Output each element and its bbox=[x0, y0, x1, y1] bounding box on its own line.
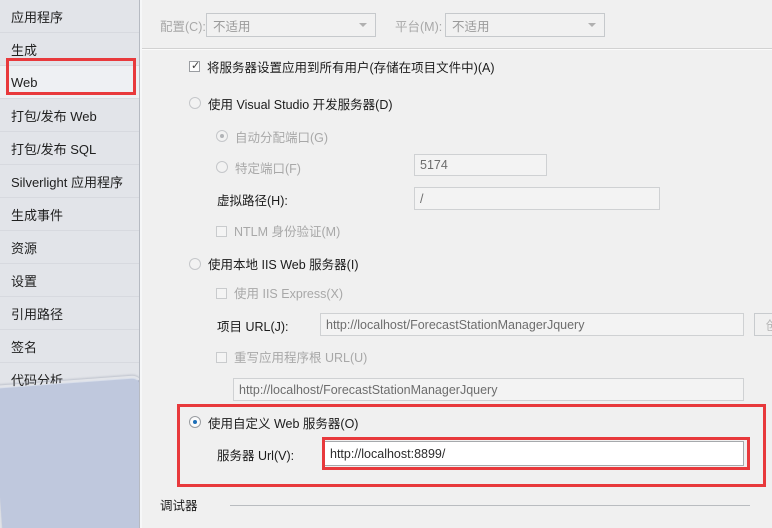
radio-dot-icon bbox=[220, 134, 224, 138]
create-button-label: 创 bbox=[766, 315, 772, 334]
auto-assign-port-label: 自动分配端口(G) bbox=[235, 131, 329, 145]
specific-port-radio[interactable] bbox=[216, 161, 228, 173]
use-local-iis-label: 使用本地 IIS Web 服务器(I) bbox=[208, 258, 359, 272]
sidebar-item-label: 资源 bbox=[11, 240, 38, 256]
create-virtual-directory-button[interactable]: 创 bbox=[754, 313, 772, 336]
virtual-path-input[interactable]: / bbox=[414, 187, 660, 210]
apply-all-users-label: 将服务器设置应用到所有用户(存储在项目文件中)(A) bbox=[207, 61, 495, 75]
radio-dot-icon bbox=[193, 420, 197, 424]
configuration-dropdown[interactable]: 不适用 bbox=[206, 13, 376, 37]
specific-port-label: 特定端口(F) bbox=[235, 162, 301, 176]
toolbar-divider bbox=[142, 48, 772, 50]
specific-port-input[interactable]: 5174 bbox=[414, 154, 547, 176]
apply-all-users-checkbox[interactable]: ✓ bbox=[189, 61, 200, 72]
sidebar-item-package-publish-sql[interactable]: 打包/发布 SQL bbox=[0, 132, 139, 165]
checkmark-icon: ✓ bbox=[191, 60, 201, 72]
platform-dropdown[interactable]: 不适用 bbox=[445, 13, 605, 37]
sidebar-item-label: 引用路径 bbox=[11, 306, 64, 322]
sidebar-item-settings[interactable]: 设置 bbox=[0, 264, 139, 297]
virtual-path-value: / bbox=[420, 191, 424, 206]
auto-assign-port-radio[interactable] bbox=[216, 130, 228, 142]
ntlm-authentication-checkbox[interactable] bbox=[216, 226, 227, 237]
override-app-root-url-label: 重写应用程序根 URL(U) bbox=[234, 351, 368, 365]
configuration-label: 配置(C): bbox=[160, 20, 206, 34]
specific-port-value: 5174 bbox=[420, 158, 448, 172]
sidebar-item-label: 设置 bbox=[11, 273, 38, 289]
sidebar-item-package-publish-web[interactable]: 打包/发布 Web bbox=[0, 99, 139, 132]
override-app-root-url-checkbox[interactable] bbox=[216, 352, 227, 363]
debugger-section-title: 调试器 bbox=[160, 499, 198, 513]
properties-category-sidebar: 应用程序 生成 Web 打包/发布 Web 打包/发布 SQL Silverli… bbox=[0, 0, 139, 528]
project-url-label: 项目 URL(J): bbox=[217, 320, 289, 334]
project-url-input[interactable]: http://localhost/ForecastStationManagerJ… bbox=[320, 313, 744, 336]
use-local-iis-radio[interactable] bbox=[189, 258, 201, 270]
override-app-root-url-value: http://localhost/ForecastStationManagerJ… bbox=[239, 382, 498, 397]
sidebar-item-label: 打包/发布 Web bbox=[11, 108, 97, 124]
sidebar-item-label: 生成 bbox=[11, 42, 38, 58]
server-url-label: 服务器 Url(V): bbox=[217, 449, 295, 463]
virtual-path-label: 虚拟路径(H): bbox=[217, 194, 288, 208]
platform-label: 平台(M): bbox=[395, 20, 443, 34]
sidebar-item-label: 打包/发布 SQL bbox=[11, 141, 97, 157]
sidebar-item-label: 生成事件 bbox=[11, 207, 64, 223]
use-custom-web-server-label: 使用自定义 Web 服务器(O) bbox=[208, 417, 359, 431]
override-app-root-url-input[interactable]: http://localhost/ForecastStationManagerJ… bbox=[233, 378, 744, 401]
active-tab-page-edge bbox=[0, 377, 139, 528]
sidebar-item-label: 应用程序 bbox=[11, 9, 64, 25]
sidebar-item-resources[interactable]: 资源 bbox=[0, 231, 139, 264]
use-iis-express-checkbox[interactable] bbox=[216, 288, 227, 299]
use-iis-express-label: 使用 IIS Express(X) bbox=[234, 287, 344, 301]
platform-value: 不适用 bbox=[452, 19, 490, 34]
sidebar-item-silverlight-app[interactable]: Silverlight 应用程序 bbox=[0, 165, 139, 198]
sidebar-item-label: 签名 bbox=[11, 339, 38, 355]
use-vs-dev-server-radio[interactable] bbox=[189, 97, 201, 109]
sidebar-item-build[interactable]: 生成 bbox=[0, 33, 139, 66]
project-properties-window: 应用程序 生成 Web 打包/发布 Web 打包/发布 SQL Silverli… bbox=[0, 0, 772, 528]
chevron-down-icon bbox=[359, 23, 367, 27]
use-custom-web-server-radio[interactable] bbox=[189, 416, 201, 428]
debugger-section-rule bbox=[230, 505, 750, 506]
sidebar-item-application[interactable]: 应用程序 bbox=[0, 0, 139, 33]
server-url-value: http://localhost:8899/ bbox=[330, 446, 446, 461]
sidebar-item-build-events[interactable]: 生成事件 bbox=[0, 198, 139, 231]
project-url-value: http://localhost/ForecastStationManagerJ… bbox=[326, 317, 585, 332]
sidebar-item-label: Web bbox=[11, 74, 38, 90]
sidebar-item-web[interactable]: Web bbox=[0, 66, 139, 99]
configuration-value: 不适用 bbox=[213, 19, 251, 34]
sidebar-item-label: Silverlight 应用程序 bbox=[11, 174, 123, 190]
sidebar-item-signing[interactable]: 签名 bbox=[0, 330, 139, 363]
ntlm-authentication-label: NTLM 身份验证(M) bbox=[234, 225, 341, 239]
chevron-down-icon bbox=[588, 23, 596, 27]
server-url-input[interactable]: http://localhost:8899/ bbox=[324, 441, 744, 466]
web-settings-pane: 配置(C): 不适用 平台(M): 不适用 ✓ 将服务器设置应用到所有用户(存储… bbox=[142, 0, 772, 528]
sidebar-item-reference-paths[interactable]: 引用路径 bbox=[0, 297, 139, 330]
use-vs-dev-server-label: 使用 Visual Studio 开发服务器(D) bbox=[208, 98, 393, 112]
